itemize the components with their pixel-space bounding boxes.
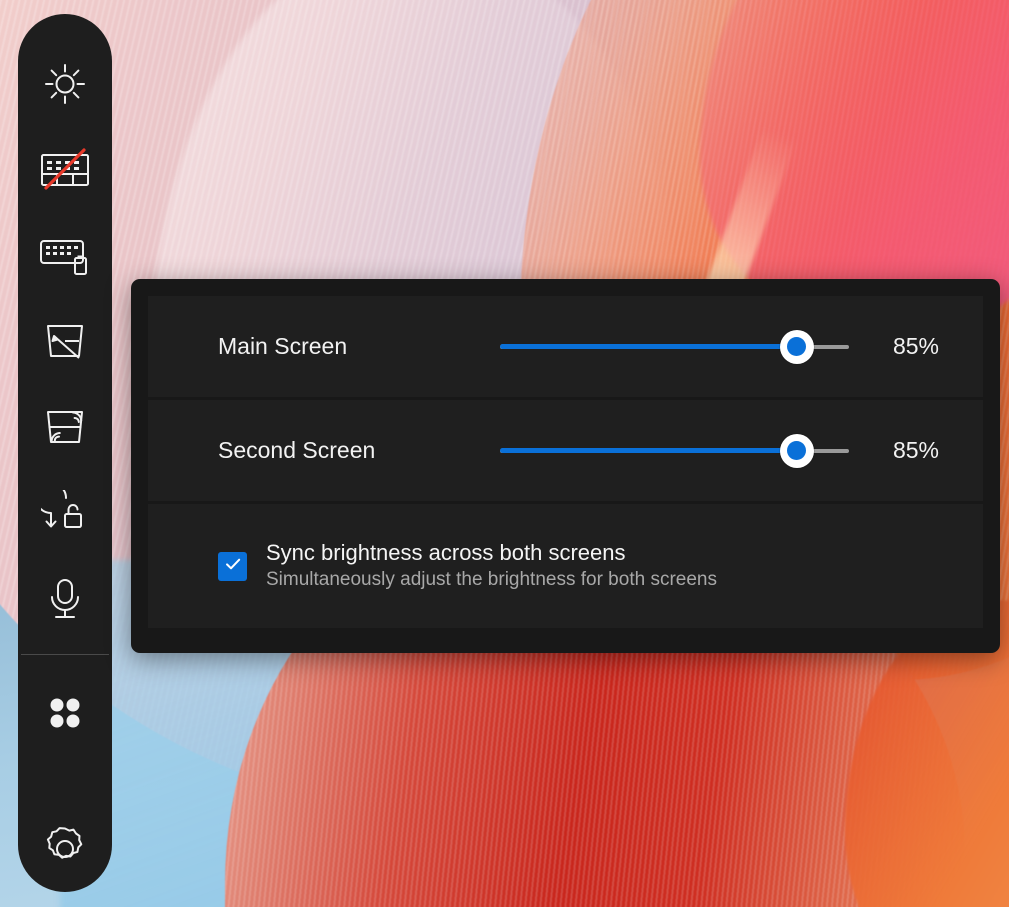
brightness-slider-second[interactable] xyxy=(500,429,849,473)
slider-fill-second xyxy=(500,448,797,453)
microphone-icon xyxy=(43,575,87,623)
brightness-slider-main[interactable] xyxy=(500,325,849,369)
sidebar-item-microphone[interactable] xyxy=(18,556,112,642)
apps-grid-icon xyxy=(44,692,86,734)
sync-brightness-row: Sync brightness across both screens Simu… xyxy=(148,504,983,628)
utility-sidebar xyxy=(18,14,112,892)
sidebar-item-all-settings[interactable] xyxy=(18,670,112,756)
dual-screen-wireless-icon xyxy=(41,404,89,450)
sidebar-item-brightness[interactable] xyxy=(18,41,112,127)
slider-thumb-main[interactable] xyxy=(779,329,814,364)
brightness-row-main: Main Screen 85% xyxy=(148,296,983,397)
desktop-screen: Main Screen 85% Second Screen 85% Sync b… xyxy=(0,0,1009,907)
sidebar-item-settings[interactable] xyxy=(18,806,112,892)
slider-fill-main xyxy=(500,344,797,349)
brightness-flyout-panel: Main Screen 85% Second Screen 85% Sync b… xyxy=(131,279,1000,653)
keyboard-battery-icon xyxy=(37,235,93,277)
brightness-row-second: Second Screen 85% xyxy=(148,400,983,501)
brightness-icon xyxy=(42,61,88,107)
sidebar-item-keyboard-battery[interactable] xyxy=(18,213,112,299)
slider-thumb-second[interactable] xyxy=(779,433,814,468)
sidebar-item-dual-screen[interactable] xyxy=(18,384,112,470)
sidebar-item-rotation-lock[interactable] xyxy=(18,470,112,556)
screen-pen-icon xyxy=(41,318,89,364)
check-icon xyxy=(223,554,243,579)
brightness-label-main: Main Screen xyxy=(218,333,348,359)
gear-icon xyxy=(40,824,90,874)
brightness-label-second: Second Screen xyxy=(218,437,376,463)
sidebar-item-touchpad-disabled[interactable] xyxy=(18,127,112,213)
brightness-value-main: 85% xyxy=(892,333,940,359)
sync-brightness-checkbox[interactable] xyxy=(218,551,247,581)
touchpad-disabled-icon xyxy=(37,146,93,194)
brightness-value-second: 85% xyxy=(892,437,940,463)
rotation-lock-icon xyxy=(41,489,89,536)
sync-brightness-title: Sync brightness across both screens xyxy=(266,540,626,565)
sidebar-item-pen-input[interactable] xyxy=(18,298,112,384)
sync-brightness-subtitle: Simultaneously adjust the brightness for… xyxy=(266,569,717,590)
sync-brightness-text: Sync brightness across both screens Simu… xyxy=(266,539,717,593)
sidebar-divider xyxy=(21,654,109,656)
